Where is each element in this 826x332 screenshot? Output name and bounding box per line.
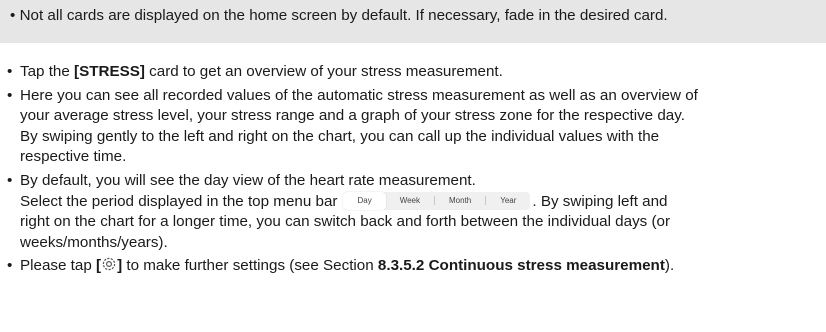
- item-text: right on the chart for a longer time, yo…: [20, 213, 671, 231]
- bullet: •: [7, 257, 13, 275]
- period-tab-year: Year: [500, 195, 517, 205]
- instruction-list: • Tap the [STRESS] card to get an overvi…: [0, 62, 826, 280]
- list-item: • Tap the [STRESS] card to get an overvi…: [0, 62, 826, 83]
- note-bullet: •: [10, 7, 16, 24]
- item-text: Select the period displayed in the top m…: [20, 192, 338, 210]
- period-menu-bar: Day Week Month Year: [343, 191, 531, 210]
- item-text: ).: [664, 257, 675, 275]
- list-item: • Please tap [] to make further settings…: [0, 256, 826, 277]
- note-box: • Not all cards are displayed on the hom…: [0, 0, 826, 43]
- item-text: weeks/months/years).: [20, 233, 168, 251]
- section-reference: 8.3.5.2 Continuous stress measurement: [377, 257, 665, 275]
- item-text: card to get an overview of your stress m…: [144, 63, 503, 80]
- item-text: your average stress level, your stress r…: [20, 107, 685, 125]
- bullet: •: [7, 171, 13, 189]
- note-text: Not all cards are displayed on the home …: [19, 7, 668, 24]
- period-tab-month: Month: [449, 195, 472, 205]
- item-text: Here you can see all recorded values of …: [20, 86, 698, 104]
- bullet: •: [7, 63, 13, 80]
- bullet: •: [7, 86, 13, 104]
- item-text: to make further settings (see Section: [122, 257, 378, 275]
- list-item: • By default, you will see the day view …: [0, 171, 826, 253]
- item-text: Please tap: [20, 257, 96, 275]
- item-text: . By swiping left and: [532, 192, 668, 210]
- item-text: By default, you will see the day view of…: [20, 171, 476, 189]
- item-text: Tap the: [20, 63, 75, 80]
- item-text: By swiping gently to the left and right …: [20, 127, 660, 145]
- list-item: • Here you can see all recorded values o…: [0, 86, 826, 168]
- period-tab-day: Day: [343, 191, 386, 210]
- stress-card-label: [STRESS]: [74, 63, 145, 80]
- gear-icon: [101, 256, 117, 272]
- item-text: respective time.: [20, 148, 127, 166]
- period-tab-week: Week: [399, 195, 421, 205]
